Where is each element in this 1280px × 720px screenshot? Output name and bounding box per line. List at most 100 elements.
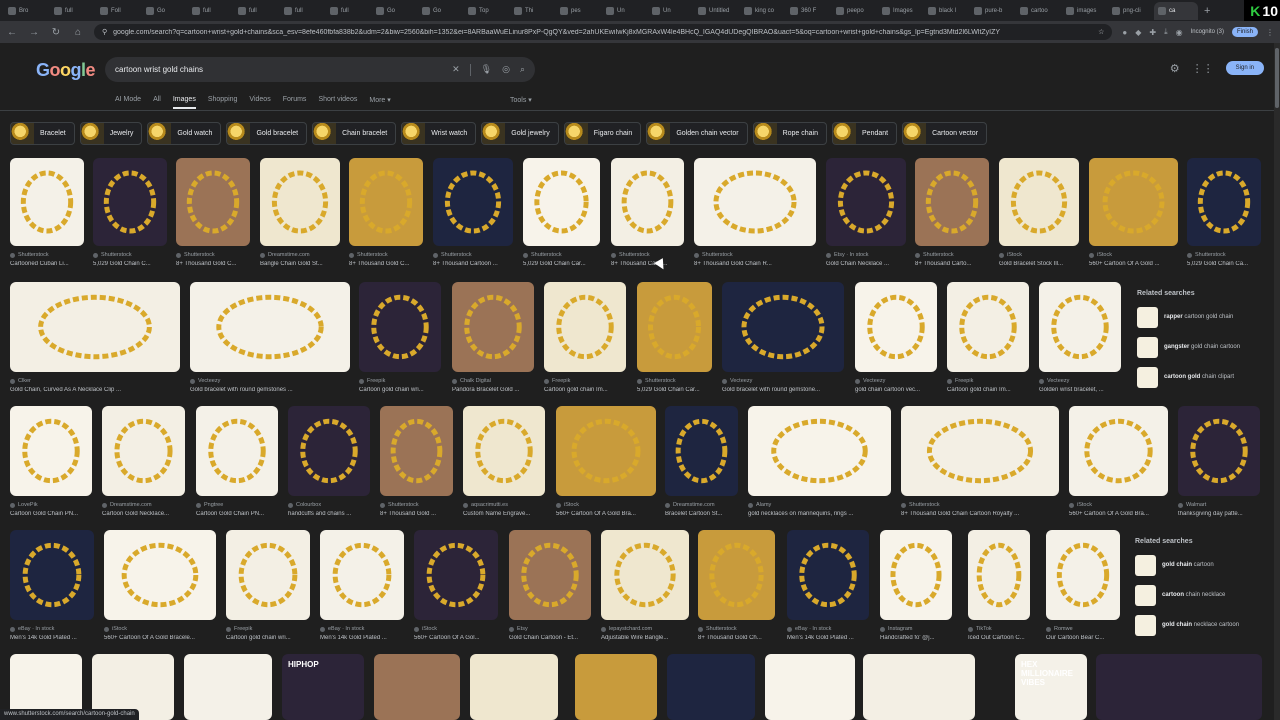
- result-title[interactable]: 8+ Thousand Gold Chain R...: [694, 261, 816, 267]
- tab-shopping[interactable]: Shopping: [208, 96, 238, 109]
- incognito-icon[interactable]: ◉: [1176, 28, 1183, 37]
- refinement-chip[interactable]: Golden chain vector: [646, 122, 748, 145]
- image-result[interactable]: Freepik Cartoon gold chain Im...: [544, 282, 626, 396]
- image-result[interactable]: Shutterstock 8+ Thousand Gold C...: [349, 158, 423, 270]
- image-result[interactable]: Shutterstock 5,029 Gold Chain Car...: [523, 158, 600, 270]
- tools-button[interactable]: Tools ▾: [510, 96, 532, 104]
- result-title[interactable]: 8+ Thousand Gold Ch...: [698, 635, 775, 641]
- browser-tab[interactable]: 360 F: [786, 2, 830, 20]
- browser-tab[interactable]: pure-b: [970, 2, 1014, 20]
- image-result[interactable]: eBay · In stock Men's 14k Gold Plated ...: [10, 530, 94, 644]
- result-title[interactable]: gold chain cartoon vec...: [855, 387, 937, 393]
- tab-videos[interactable]: Videos: [249, 96, 270, 109]
- microphone-icon[interactable]: 🎙: [481, 64, 492, 75]
- search-input[interactable]: cartoon wrist gold chains ✕ 🎙 ◎ ⌕: [105, 57, 535, 82]
- result-title[interactable]: 8+ Thousand Gold ...: [380, 511, 453, 517]
- refinement-chip[interactable]: Rope chain: [752, 122, 828, 145]
- browser-tab[interactable]: Go: [142, 2, 186, 20]
- lens-camera-icon[interactable]: ◎: [502, 64, 510, 75]
- refinement-chip[interactable]: Bracelet: [10, 122, 75, 145]
- result-title[interactable]: Cartooned Cuban Li...: [10, 261, 84, 267]
- browser-tab[interactable]: ca: [1154, 1, 1198, 20]
- image-result[interactable]: [575, 654, 657, 720]
- result-title[interactable]: Cartoon Gold Chain PN...: [196, 511, 278, 517]
- result-title[interactable]: Adjustable Wire Bangle...: [601, 635, 689, 641]
- result-title[interactable]: gold necklaces on mannequins, rings ...: [748, 511, 891, 517]
- browser-tab[interactable]: black l: [924, 2, 968, 20]
- browser-tab[interactable]: pes: [556, 2, 600, 20]
- image-result[interactable]: Vecteezy Golden wrist bracelet, ...: [1039, 282, 1121, 396]
- puzzle-icon[interactable]: ✚: [1149, 28, 1156, 37]
- extension-badge[interactable]: K 10: [1244, 0, 1280, 21]
- image-result[interactable]: lepaystchard.com Adjustable Wire Bangle..…: [601, 530, 689, 644]
- related-search-item[interactable]: rapper cartoon gold chain: [1137, 305, 1267, 329]
- refinement-chip[interactable]: Jewelry: [79, 122, 143, 145]
- site-info-icon[interactable]: ⚲: [102, 28, 107, 36]
- result-title[interactable]: Custom Name Engrave...: [463, 511, 545, 517]
- result-title[interactable]: Cartoon gold chain wri...: [359, 387, 441, 393]
- image-result[interactable]: Shutterstock 8+ Thousand Carto...: [611, 158, 684, 270]
- refinement-chip[interactable]: Gold bracelet: [226, 122, 308, 145]
- reload-icon[interactable]: ↻: [50, 27, 62, 38]
- menu-kebab-icon[interactable]: ⋮: [1266, 28, 1274, 37]
- image-result[interactable]: Shutterstock 8+ Thousand Gold Chain Carto…: [901, 406, 1059, 520]
- tab-all[interactable]: All: [153, 96, 161, 109]
- browser-tab[interactable]: png-cli: [1108, 2, 1152, 20]
- result-title[interactable]: Iced Out Cartoon C...: [968, 635, 1030, 641]
- browser-tab[interactable]: full: [188, 2, 232, 20]
- image-result[interactable]: eBay · In stock Men's 14k Gold Plated ...: [320, 530, 404, 644]
- result-title[interactable]: Cartoon gold chain Im...: [544, 387, 626, 393]
- tab-short-videos[interactable]: Short videos: [318, 96, 357, 109]
- forward-icon[interactable]: →: [28, 27, 40, 38]
- tab-more[interactable]: More ▾: [369, 96, 390, 109]
- image-result[interactable]: Romwe Our Cartoon Bear C...: [1046, 530, 1120, 644]
- refinement-chip[interactable]: Pendant: [832, 122, 898, 145]
- image-result[interactable]: iStock 560+ Cartoon Of A Gold Bra...: [1069, 406, 1168, 520]
- image-result[interactable]: Vecteezy gold chain cartoon vec...: [855, 282, 937, 396]
- refinement-chip[interactable]: Wrist watch: [401, 122, 477, 145]
- result-title[interactable]: 5,029 Gold Chain Ca...: [1187, 261, 1261, 267]
- settings-gear-icon[interactable]: ⚙: [1170, 62, 1180, 75]
- result-title[interactable]: Our Cartoon Bear C...: [1046, 635, 1120, 641]
- result-title[interactable]: 8+ Thousand Carto...: [611, 261, 684, 267]
- image-result[interactable]: Vecteezy Gold bracelet with round gemston…: [722, 282, 844, 396]
- result-title[interactable]: Bracelet Cartoon St...: [665, 511, 738, 517]
- image-result[interactable]: Alamy gold necklaces on mannequins, rings…: [748, 406, 891, 520]
- result-title[interactable]: Gold Chain Cartoon - Et...: [509, 635, 591, 641]
- result-title[interactable]: Gold bracelet with round gemstone...: [722, 387, 844, 393]
- related-search-item[interactable]: cartoon chain necklace: [1135, 583, 1270, 607]
- image-result[interactable]: LovePik Cartoon Gold Chain PN...: [10, 406, 92, 520]
- image-result[interactable]: iStock 560+ Cartoon Of A Gold Bra...: [556, 406, 656, 520]
- image-result[interactable]: Dreamstime.com Bangle Chain Gold St...: [260, 158, 340, 270]
- image-result[interactable]: Walmart thanksgiving day patte...: [1178, 406, 1260, 520]
- image-result[interactable]: Instagram Handcrafted fo' @j...: [880, 530, 952, 644]
- image-result[interactable]: eBay · In stock Men's 14k Gold Plated ...: [787, 530, 869, 644]
- clear-icon[interactable]: ✕: [452, 64, 460, 75]
- image-result[interactable]: Dreamstime.com Bracelet Cartoon St...: [665, 406, 738, 520]
- result-title[interactable]: thanksgiving day patte...: [1178, 511, 1260, 517]
- browser-tab[interactable]: images: [1062, 2, 1106, 20]
- result-title[interactable]: 8+ Thousand Gold Chain Cartoon Royalty .…: [901, 511, 1059, 517]
- related-search-item[interactable]: gold chain cartoon: [1135, 553, 1270, 577]
- refinement-chip[interactable]: Chain bracelet: [312, 122, 397, 145]
- scrollbar-thumb[interactable]: [1275, 48, 1279, 108]
- google-logo[interactable]: Google: [36, 60, 96, 81]
- image-result[interactable]: Chalk Digital Pandora Bracelet Gold ...: [452, 282, 534, 396]
- image-result[interactable]: Shutterstock 5,029 Gold Chain Car...: [637, 282, 712, 396]
- result-title[interactable]: Gold Chain Necklace ...: [826, 261, 906, 267]
- image-result[interactable]: [765, 654, 855, 720]
- image-result[interactable]: aqsacrimutti.es Custom Name Engrave...: [463, 406, 545, 520]
- image-result[interactable]: Pngtree Cartoon Gold Chain PN...: [196, 406, 278, 520]
- extension-icon[interactable]: ◆: [1135, 28, 1141, 37]
- image-result[interactable]: Shutterstock 5,029 Gold Chain C...: [93, 158, 167, 270]
- refinement-chip[interactable]: Gold watch: [147, 122, 222, 145]
- result-title[interactable]: Cartoon Gold Necklace...: [102, 511, 185, 517]
- image-result[interactable]: HIPHOP: [282, 654, 364, 720]
- browser-tab[interactable]: Images: [878, 2, 922, 20]
- tab-forums[interactable]: Forums: [283, 96, 307, 109]
- apps-grid-icon[interactable]: ⋮⋮: [1192, 62, 1214, 75]
- browser-tab[interactable]: full: [50, 2, 94, 20]
- result-title[interactable]: 560+ Cartoon Of A Gold Bracele...: [104, 635, 216, 641]
- result-title[interactable]: 560+ Cartoon Of A Gol...: [414, 635, 498, 641]
- result-title[interactable]: Bangle Chain Gold St...: [260, 261, 340, 267]
